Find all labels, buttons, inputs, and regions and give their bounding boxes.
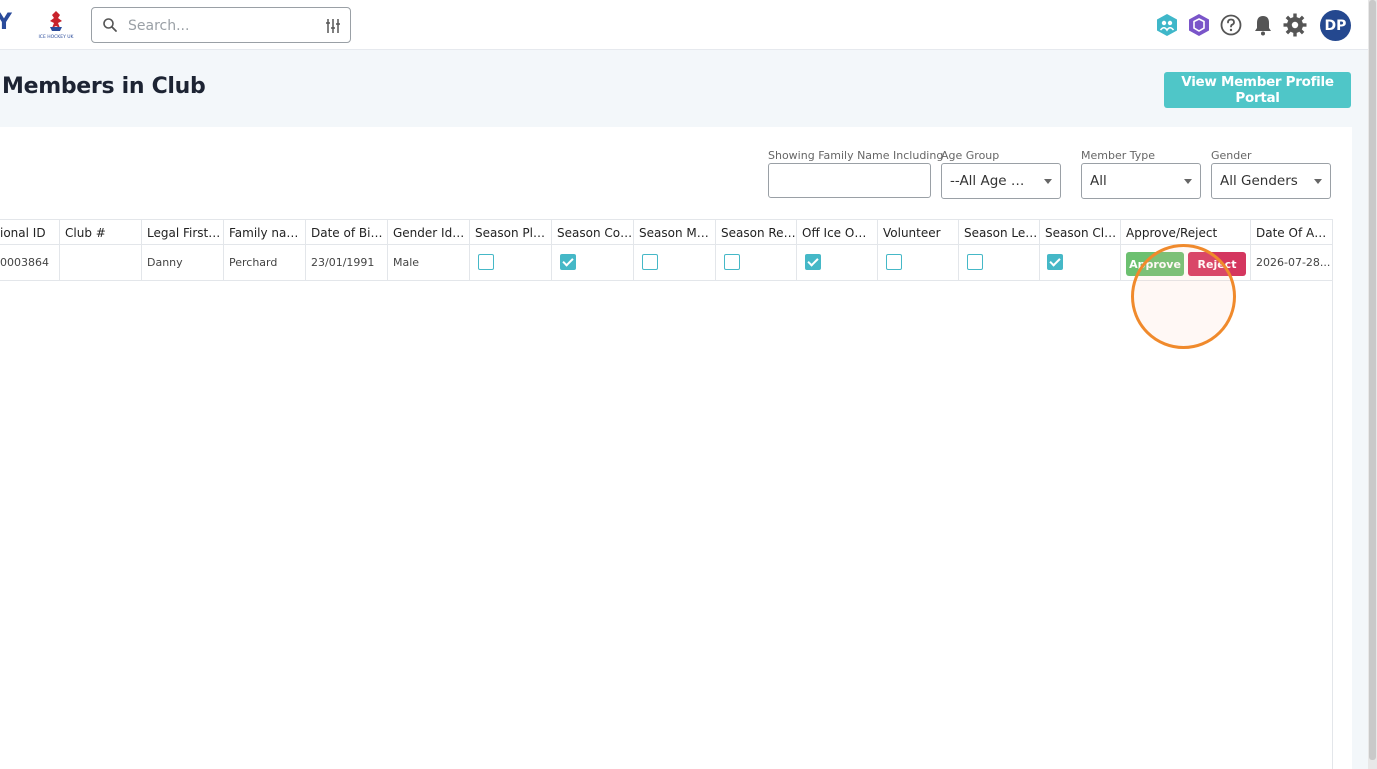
reject-button[interactable]: Reject (1188, 252, 1246, 276)
cell-season-manager (634, 245, 716, 281)
column-header-off-ice-official[interactable]: Off Ice Offi... (797, 219, 878, 245)
ice-hockey-uk-logo[interactable]: ICE HOCKEY UK (36, 9, 76, 41)
family-name-filter-label: Showing Family Name Including (768, 149, 944, 162)
column-header-season-manager[interactable]: Season Man... (634, 219, 716, 245)
cell-club-number (60, 245, 142, 281)
member-type-filter-label: Member Type (1081, 149, 1156, 162)
age-group-select[interactable]: --All Age Gr... (941, 163, 1061, 199)
season-referee-checkbox[interactable] (724, 254, 740, 270)
column-header-volunteer[interactable]: Volunteer (878, 219, 959, 245)
cell-off-ice-official (797, 245, 878, 281)
cell-national-id: 0003864 (0, 245, 60, 281)
search-icon (102, 17, 118, 33)
column-header-date-of-birth[interactable]: Date of Birth (306, 219, 388, 245)
chevron-down-icon (1044, 179, 1052, 184)
cell-gender-identity: Male (388, 245, 470, 281)
club-shield-icon[interactable] (1187, 13, 1211, 37)
search-box[interactable] (91, 7, 351, 43)
column-header-season-player[interactable]: Season Play... (470, 219, 552, 245)
member-type-selected: All (1090, 173, 1107, 189)
column-header-legal-firstname[interactable]: Legal Firstn... (142, 219, 224, 245)
help-icon[interactable] (1219, 13, 1243, 37)
family-name-filter-input[interactable] (768, 163, 931, 198)
cell-date-of-birth: 23/01/1991 (306, 245, 388, 281)
chevron-down-icon (1184, 179, 1192, 184)
off-ice-official-checkbox[interactable] (805, 254, 821, 270)
user-avatar[interactable]: DP (1320, 10, 1351, 41)
page-title: Members in Club (2, 74, 206, 99)
column-header-club-number[interactable]: Club # (60, 219, 142, 245)
scrollbar-thumb[interactable] (1369, 0, 1376, 760)
card-divider (1332, 219, 1333, 769)
column-header-family-name[interactable]: Family name (224, 219, 306, 245)
cell-season-league (959, 245, 1040, 281)
settings-gear-icon[interactable] (1283, 13, 1307, 37)
column-header-season-coach[interactable]: Season Coa... (552, 219, 634, 245)
page-header: Members in Club View Member Profile Port… (0, 50, 1368, 127)
search-filter-icon[interactable] (324, 17, 342, 35)
season-league-checkbox[interactable] (967, 254, 983, 270)
column-header-approve-reject[interactable]: Approve/Reject (1121, 219, 1251, 245)
column-header-national-id[interactable]: ional ID (0, 219, 60, 245)
logo-caption: ICE HOCKEY UK (38, 34, 74, 40)
age-group-filter-label: Age Group (941, 149, 1000, 162)
member-type-select[interactable]: All (1081, 163, 1201, 199)
gender-select[interactable]: All Genders (1211, 163, 1331, 199)
volunteer-checkbox[interactable] (886, 254, 902, 270)
page-gutter (1352, 127, 1368, 769)
cell-date-of-approval: 2026-07-28... (1251, 245, 1333, 281)
column-header-season-league[interactable]: Season Lea... (959, 219, 1040, 245)
column-header-season-club[interactable]: Season Clu... (1040, 219, 1121, 245)
column-header-season-referee[interactable]: Season Ref... (716, 219, 797, 245)
member-hub-icon[interactable] (1155, 13, 1179, 37)
season-coach-checkbox[interactable] (560, 254, 576, 270)
cell-season-referee (716, 245, 797, 281)
notifications-bell-icon[interactable] (1251, 13, 1275, 37)
cell-season-club (1040, 245, 1121, 281)
cell-legal-firstname: Danny (142, 245, 224, 281)
chevron-down-icon (1314, 179, 1322, 184)
gender-selected: All Genders (1220, 173, 1298, 189)
search-input[interactable] (128, 14, 308, 38)
season-manager-checkbox[interactable] (642, 254, 658, 270)
cell-season-player (470, 245, 552, 281)
brand-logo[interactable]: Y (0, 10, 12, 35)
column-header-date-of-approval[interactable]: Date Of App... (1251, 219, 1333, 245)
gender-filter-label: Gender (1211, 149, 1252, 162)
top-bar: Y ICE HOCKEY UK DP (0, 0, 1377, 50)
cell-volunteer (878, 245, 959, 281)
cell-season-coach (552, 245, 634, 281)
cell-family-name: Perchard (224, 245, 306, 281)
approve-button[interactable]: Approve (1126, 252, 1184, 276)
column-header-gender-identity[interactable]: Gender Iden... (388, 219, 470, 245)
season-player-checkbox[interactable] (478, 254, 494, 270)
season-club-checkbox[interactable] (1047, 254, 1063, 270)
age-group-selected: --All Age Gr... (950, 173, 1034, 189)
view-member-profile-portal-button[interactable]: View Member Profile Portal (1164, 72, 1351, 108)
